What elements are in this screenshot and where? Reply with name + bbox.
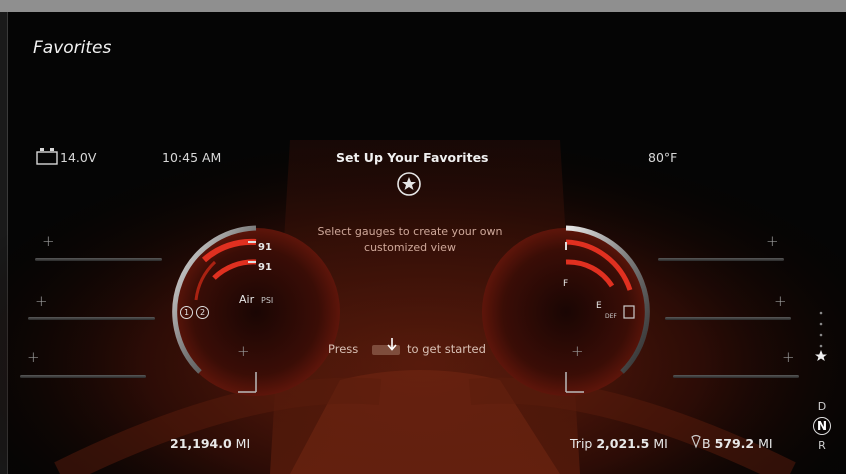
- range: B 579.2 MI: [702, 436, 773, 451]
- fuel-range-icon: [691, 434, 701, 449]
- range-unit: MI: [758, 436, 773, 451]
- range-prefix: B: [702, 436, 711, 451]
- range-value: 579.2: [714, 436, 755, 451]
- cluster-screen: 91 91 Air PSI 1 2 + F E DEF + 14.0V 10:4…: [0, 0, 846, 474]
